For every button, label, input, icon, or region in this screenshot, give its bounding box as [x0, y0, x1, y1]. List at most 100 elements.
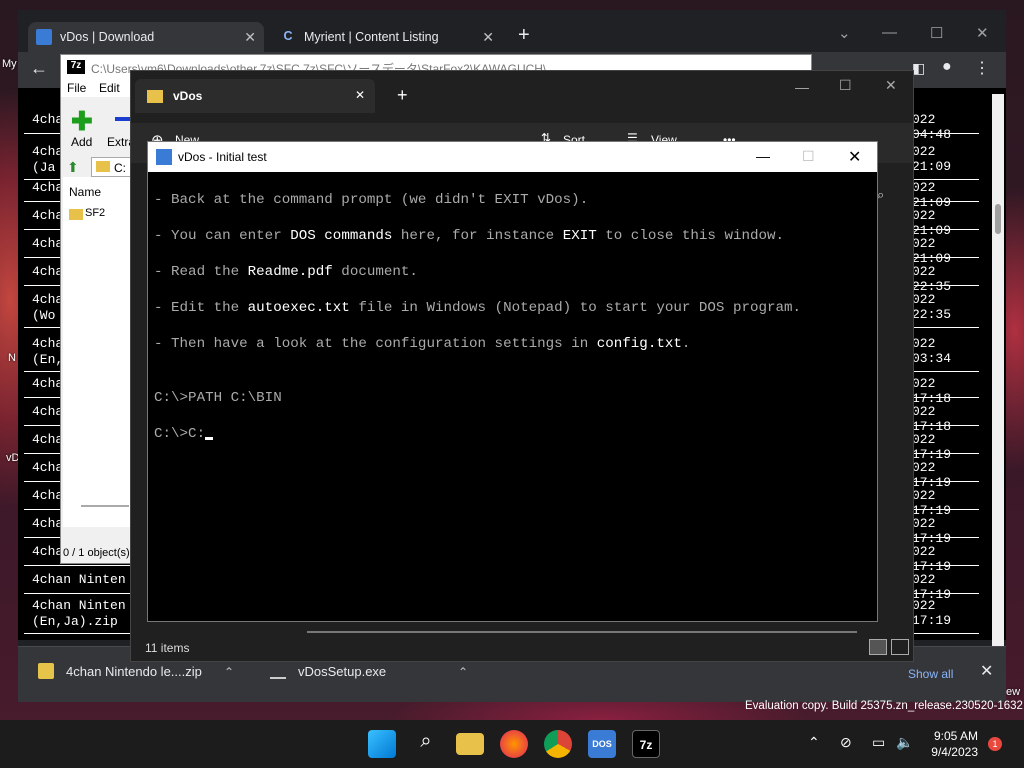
terminal-text: C:\>C:: [154, 426, 206, 442]
item-count: 11 items: [145, 641, 190, 655]
volume-icon[interactable]: 🔈: [896, 734, 913, 751]
close-tab-icon[interactable]: ✕: [355, 88, 365, 102]
taskbar: ⌕ DOS 7z ⌃ ⊘ ▭ 🔈 9:05 AM 9/4/2023 1: [0, 720, 1024, 768]
extract-minus-icon: [115, 117, 131, 121]
clock[interactable]: 9:05 AM 9/4/2023: [928, 728, 978, 760]
minimize-icon[interactable]: —: [882, 24, 897, 41]
add-plus-icon[interactable]: ✚: [71, 108, 93, 134]
close-window-icon[interactable]: ✕: [976, 24, 989, 42]
7zip-taskbar-icon[interactable]: 7z: [632, 730, 660, 758]
search-icon[interactable]: ⌕: [412, 730, 440, 758]
dos-terminal[interactable]: - Back at the command prompt (we didn't …: [154, 172, 877, 621]
menu-file[interactable]: File: [67, 81, 86, 95]
minimize-icon[interactable]: —: [756, 148, 770, 164]
chrome-icon[interactable]: [544, 730, 572, 758]
close-window-icon[interactable]: ✕: [885, 77, 897, 94]
address-text: C:: [114, 161, 126, 175]
terminal-line: - Edit the autoexec.txt file in Windows …: [154, 300, 801, 316]
terminal-line: - Back at the command prompt (we didn't …: [154, 192, 588, 208]
vdos-logo-icon: [156, 149, 172, 165]
firefox-icon[interactable]: [500, 730, 528, 758]
tab-search-icon[interactable]: ⌄: [838, 24, 851, 42]
start-windows-icon[interactable]: [368, 730, 396, 758]
row-name-line2: (Wo: [32, 308, 56, 323]
row-date: 022 21:09: [912, 144, 952, 174]
maximize-icon[interactable]: ☐: [802, 148, 815, 165]
explorer-hscroll[interactable]: [307, 631, 857, 633]
search-icon[interactable]: ⌕: [877, 187, 884, 203]
terminal-line: - Then have a look at the configuration …: [154, 336, 690, 352]
browser-tab-strip: vDos | Download ✕ C Myrient | Content Li…: [18, 10, 1006, 52]
column-name[interactable]: Name: [69, 185, 101, 199]
menu-dots-icon[interactable]: ⋮: [974, 58, 990, 78]
terminal-keyword: autoexec.txt: [247, 300, 350, 316]
profile-icon[interactable]: ●: [942, 58, 952, 76]
terminal-text: - Read the: [154, 264, 248, 280]
up-folder-icon[interactable]: ⬆: [67, 159, 79, 176]
text-cursor: [205, 437, 214, 440]
time: 9:05 AM: [933, 729, 978, 743]
row-date: 022 03:34: [912, 336, 952, 366]
row-name-line2: (En,: [32, 352, 64, 367]
chevron-up-icon[interactable]: ⌃: [808, 734, 820, 751]
close-tab-icon[interactable]: ✕: [244, 29, 256, 46]
download-item-exe[interactable]: vDosSetup.exe: [270, 663, 386, 679]
zip-file-icon: [38, 663, 54, 679]
chevron-up-icon[interactable]: ⌃: [458, 665, 468, 679]
menu-edit[interactable]: Edit: [99, 81, 120, 95]
row-name-line2: (En,Ja).zip: [32, 614, 118, 629]
chevron-up-icon[interactable]: ⌃: [224, 665, 234, 679]
file-explorer-icon[interactable]: [456, 733, 484, 755]
row-date: 022 22:35: [912, 292, 952, 322]
terminal-keyword: DOS commands: [290, 228, 393, 244]
new-tab-button[interactable]: +: [518, 24, 530, 47]
back-arrow-icon[interactable]: ←: [30, 58, 48, 79]
desktop-partial-text: ew: [1006, 686, 1021, 698]
7zip-hscroll[interactable]: [81, 505, 129, 507]
7zip-address-box[interactable]: C:: [91, 157, 131, 177]
download-item-zip[interactable]: 4chan Nintendo le....zip: [38, 663, 202, 679]
vdos-favicon-icon: [36, 29, 52, 45]
download-name: vDosSetup.exe: [298, 663, 387, 679]
terminal-text: - You can enter: [154, 228, 291, 244]
folder-icon: [96, 161, 110, 172]
exe-file-icon: [270, 663, 286, 679]
row-name[interactable]: 4chan Ninten: [32, 572, 126, 587]
terminal-keyword: EXIT: [562, 228, 597, 244]
vdos-taskbar-icon[interactable]: DOS: [588, 730, 616, 758]
vdos-window: vDos - Initial test — ☐ ✕ - Back at the …: [147, 141, 878, 622]
terminal-text: .: [681, 336, 691, 352]
terminal-keyword: config.txt: [596, 336, 682, 352]
monitor-icon[interactable]: ▭: [872, 734, 885, 751]
maximize-icon[interactable]: ☐: [839, 77, 852, 94]
tiles-view-icon[interactable]: [891, 639, 909, 655]
terminal-text: to close this window.: [596, 228, 785, 244]
terminal-line: - You can enter DOS commands here, for i…: [154, 228, 784, 244]
page-scrollbar[interactable]: [992, 94, 1004, 654]
new-tab-button[interactable]: +: [397, 85, 408, 106]
row-date: 022 17:19: [912, 598, 952, 628]
tab-title: vDos | Download: [60, 30, 155, 44]
tab-vdos-download[interactable]: vDos | Download ✕: [28, 22, 264, 52]
tab-myrient[interactable]: C Myrient | Content Listing ✕: [272, 22, 502, 52]
details-view-icon[interactable]: [869, 639, 887, 655]
close-downloads-icon[interactable]: ✕: [980, 661, 993, 681]
network-icon[interactable]: ⊘: [840, 734, 852, 751]
date: 9/4/2023: [931, 745, 978, 759]
minimize-icon[interactable]: —: [795, 79, 809, 95]
terminal-text: document.: [332, 264, 418, 280]
terminal-text: - Then have a look at the configuration …: [154, 336, 597, 352]
maximize-icon[interactable]: ☐: [930, 24, 943, 42]
close-tab-icon[interactable]: ✕: [482, 29, 494, 46]
sf2-item[interactable]: SF2: [85, 207, 105, 219]
close-window-icon[interactable]: ✕: [848, 147, 861, 167]
row-name[interactable]: 4chan Ninten: [32, 598, 126, 613]
explorer-tab[interactable]: vDos ✕: [135, 79, 375, 113]
7zip-logo-icon: 7z: [67, 60, 85, 74]
terminal-line: C:\>C:: [154, 426, 214, 442]
add-button[interactable]: Add: [71, 135, 92, 149]
7zip-file-list: Name SF2: [63, 177, 133, 527]
scrollbar-thumb[interactable]: [995, 204, 1001, 234]
notification-badge[interactable]: 1: [988, 737, 1002, 751]
show-all-link[interactable]: Show all: [908, 667, 953, 681]
